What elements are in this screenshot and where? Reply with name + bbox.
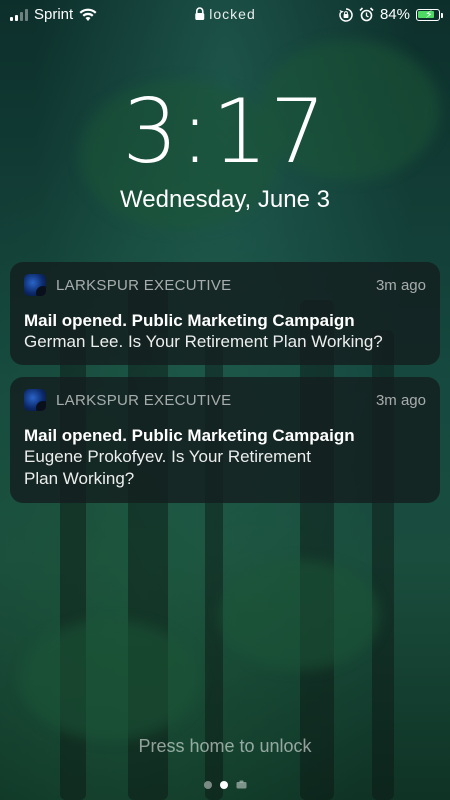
page-indicator[interactable] bbox=[0, 780, 450, 789]
battery-charging-icon: ⚡ bbox=[416, 8, 443, 21]
notification-app-name: LARKSPUR EXECUTIVE bbox=[56, 276, 232, 294]
battery-percent: 84% bbox=[379, 6, 410, 23]
app-icon bbox=[24, 274, 46, 296]
notification-title: Mail opened. Public Marketing Campaign bbox=[24, 311, 355, 330]
app-icon bbox=[24, 389, 46, 411]
notification-card[interactable]: LARKSPUR EXECUTIVE 3m ago Mail opened. P… bbox=[10, 377, 440, 503]
lock-screen-date: Wednesday, June 3 bbox=[120, 186, 330, 213]
lock-screen-clock: 3:17 bbox=[122, 80, 328, 183]
signal-icon bbox=[10, 8, 28, 21]
notification-app-name: LARKSPUR EXECUTIVE bbox=[56, 391, 232, 409]
lock-icon bbox=[195, 7, 205, 20]
notification-body: Eugene Prokofyev. Is Your Retirement Pla… bbox=[24, 447, 311, 488]
rotation-lock-icon bbox=[339, 7, 353, 22]
notification-title: Mail opened. Public Marketing Campaign bbox=[24, 426, 355, 445]
camera-icon[interactable] bbox=[236, 780, 247, 789]
page-dot[interactable] bbox=[203, 780, 212, 789]
page-dot-active[interactable] bbox=[219, 780, 228, 789]
notification-card[interactable]: LARKSPUR EXECUTIVE 3m ago Mail opened. P… bbox=[10, 262, 440, 365]
lock-status-label: locked bbox=[209, 6, 256, 22]
alarm-icon bbox=[359, 7, 374, 22]
notification-body: German Lee. Is Your Retirement Plan Work… bbox=[24, 332, 383, 351]
carrier-label: Sprint bbox=[34, 6, 74, 23]
status-bar: Sprint locked 84% ⚡ bbox=[0, 0, 450, 30]
notification-time: 3m ago bbox=[375, 391, 426, 409]
wifi-icon bbox=[79, 8, 97, 21]
unlock-hint: Press home to unlock bbox=[138, 736, 312, 756]
notification-time: 3m ago bbox=[375, 276, 426, 294]
